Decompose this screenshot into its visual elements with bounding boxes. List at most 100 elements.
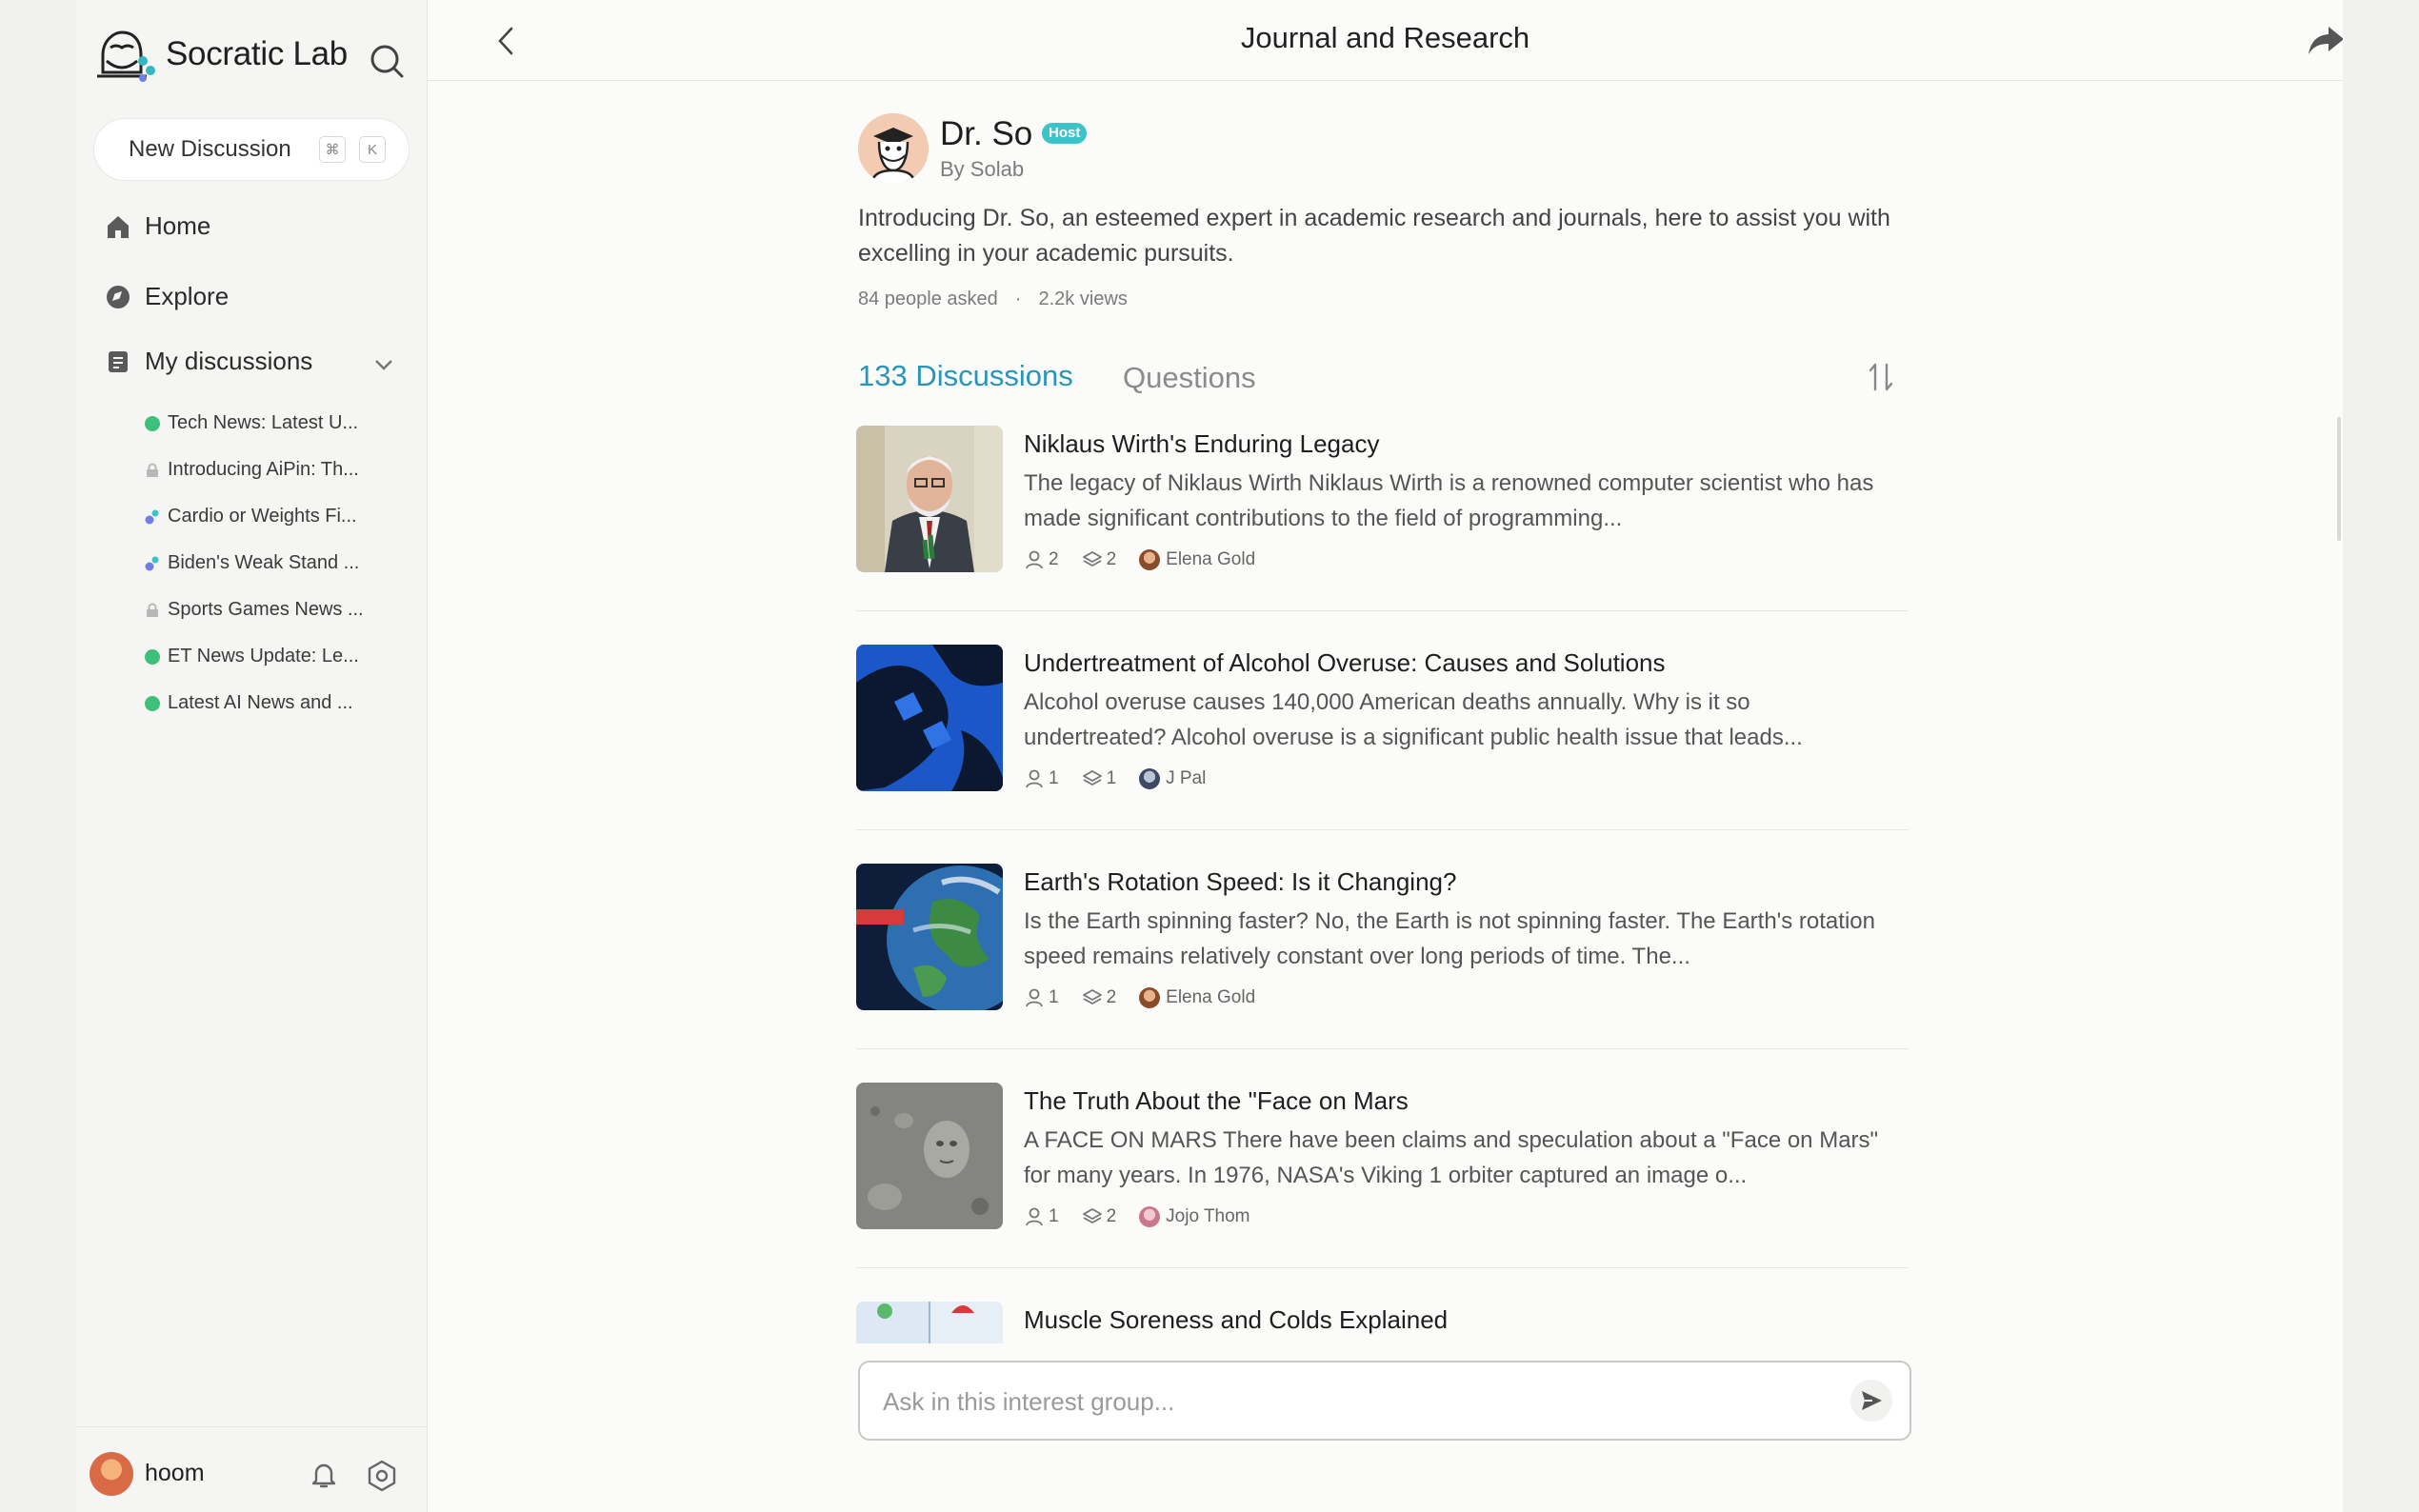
- earth-thumbnail-icon: [856, 864, 1003, 1010]
- nav-explore-label: Explore: [145, 282, 230, 310]
- card-title[interactable]: Niklaus Wirth's Enduring Legacy: [1024, 429, 1379, 459]
- scrollbar-thumb[interactable]: [2337, 417, 2341, 541]
- socratic-logo-icon: [97, 30, 155, 82]
- discussion-list: Tech News: Latest U... Introducing AiPin…: [145, 400, 364, 726]
- discussion-item[interactable]: Cardio or Weights Fi...: [145, 493, 364, 540]
- shortcut-cmd-key: ⌘: [319, 136, 346, 163]
- card-divider: [856, 829, 1909, 830]
- discussion-item[interactable]: ET News Update: Le...: [145, 633, 364, 680]
- card-thumbnail: [856, 426, 1003, 572]
- status-dot: [145, 695, 160, 711]
- lock-icon: [147, 603, 158, 617]
- sort-icon[interactable]: [1866, 361, 1896, 393]
- gear-icon[interactable]: [366, 1460, 398, 1492]
- author-avatar: [1139, 549, 1161, 570]
- home-icon: [108, 215, 129, 238]
- main-content: Dr. So Host By Solab Introducing Dr. So,…: [428, 81, 2343, 1512]
- ask-input-placeholder[interactable]: Ask in this interest group...: [883, 1387, 1174, 1417]
- discussion-item[interactable]: Tech News: Latest U...: [145, 400, 364, 447]
- author-name[interactable]: Elena Gold: [1166, 987, 1255, 1008]
- card-meta: 1 2 Jojo Thom: [1024, 1206, 1250, 1227]
- card-excerpt: The legacy of Niklaus Wirth Niklaus Wirt…: [1024, 470, 1874, 531]
- shortcut-k-key: K: [359, 136, 386, 163]
- card-excerpt: Alcohol overuse causes 140,000 American …: [1024, 689, 1803, 750]
- brand-name: Socratic Lab: [166, 35, 348, 72]
- nav-home[interactable]: Home: [105, 211, 210, 241]
- host-badge: Host: [1042, 123, 1088, 144]
- page-title: Journal and Research: [1240, 21, 1530, 54]
- participants-count: 1: [1049, 768, 1059, 788]
- card-thumbnail: [856, 645, 1003, 791]
- author-avatar: [1139, 1206, 1161, 1227]
- discussion-item[interactable]: Introducing AiPin: Th...: [145, 447, 364, 493]
- multi-dot-icon: [145, 509, 159, 524]
- card-thumbnail: [856, 864, 1003, 1010]
- card-divider: [856, 1048, 1909, 1049]
- abstract-hands-thumbnail-icon: [856, 645, 1003, 791]
- card-excerpt: A FACE ON MARS There have been claims an…: [1024, 1127, 1879, 1188]
- bot-avatar[interactable]: [858, 113, 929, 184]
- portrait-thumbnail-icon: [856, 426, 1003, 572]
- nav-my-discussions-label: My discussions: [145, 347, 313, 375]
- chevron-down-icon[interactable]: [373, 354, 394, 375]
- discussion-item[interactable]: Sports Games News ...: [145, 587, 364, 633]
- illustration-thumbnail-icon: [856, 1302, 1003, 1343]
- sidebar-footer: hoom: [76, 1426, 427, 1512]
- discussion-label: ET News Update: Le...: [168, 646, 359, 666]
- participants-icon: [1026, 550, 1043, 569]
- card-title[interactable]: Muscle Soreness and Colds Explained: [1024, 1305, 1448, 1335]
- document-icon: [109, 350, 128, 372]
- layers-count: 1: [1106, 768, 1117, 788]
- card-thumbnail: [856, 1302, 1003, 1343]
- username[interactable]: hoom: [145, 1460, 205, 1487]
- nav-home-label: Home: [145, 211, 211, 240]
- discussion-label: Latest AI News and ...: [168, 692, 353, 713]
- discussion-label: Biden's Weak Stand ...: [168, 552, 360, 573]
- new-discussion-label: New Discussion: [129, 136, 291, 162]
- tab-questions[interactable]: Questions: [1123, 361, 1256, 395]
- top-bar: Journal and Research: [428, 0, 2343, 81]
- brand[interactable]: Socratic Lab: [93, 27, 348, 82]
- group-description: Introducing Dr. So, an esteemed expert i…: [858, 205, 1890, 267]
- people-asked-count: 84 people asked: [858, 288, 998, 309]
- card-title[interactable]: Undertreatment of Alcohol Overuse: Cause…: [1024, 648, 1666, 678]
- author-name[interactable]: J Pal: [1166, 768, 1206, 789]
- participants-count: 1: [1049, 987, 1059, 1007]
- card-title[interactable]: Earth's Rotation Speed: Is it Changing?: [1024, 867, 1456, 897]
- author-name[interactable]: Elena Gold: [1166, 549, 1255, 570]
- share-icon[interactable]: [2306, 23, 2343, 57]
- card-divider: [856, 1267, 1909, 1268]
- card-meta: 1 2 Elena Gold: [1024, 987, 1255, 1008]
- discussion-item[interactable]: Latest AI News and ...: [145, 680, 364, 726]
- tab-discussions[interactable]: 133 Discussions: [858, 359, 1073, 393]
- group-name: Dr. So: [940, 115, 1033, 152]
- send-icon: [1862, 1391, 1882, 1410]
- group-owner[interactable]: By Solab: [940, 157, 1024, 182]
- discussion-label: Tech News: Latest U...: [168, 412, 359, 433]
- bell-icon[interactable]: [309, 1460, 339, 1490]
- mars-surface-thumbnail-icon: [856, 1083, 1003, 1229]
- status-dot: [145, 415, 160, 431]
- layers-icon: [1082, 770, 1102, 786]
- discussion-label: Cardio or Weights Fi...: [168, 506, 357, 527]
- discussion-item[interactable]: Biden's Weak Stand ...: [145, 540, 364, 587]
- nav-my-discussions[interactable]: My discussions: [105, 347, 312, 376]
- author-name[interactable]: Jojo Thom: [1166, 1206, 1249, 1227]
- nav-explore[interactable]: Explore: [105, 282, 229, 311]
- new-discussion-button[interactable]: New Discussion ⌘ K: [93, 118, 410, 181]
- author-avatar: [1139, 768, 1161, 789]
- discussion-label: Introducing AiPin: Th...: [168, 459, 359, 480]
- layers-count: 2: [1106, 987, 1117, 1007]
- author-avatar: [1139, 987, 1161, 1008]
- card-title[interactable]: The Truth About the "Face on Mars: [1024, 1086, 1409, 1116]
- send-button[interactable]: [1850, 1380, 1892, 1422]
- participants-count: 2: [1049, 549, 1059, 569]
- multi-dot-icon: [145, 556, 159, 570]
- discussion-card[interactable]: Muscle Soreness and Colds Explained: [856, 1302, 1909, 1343]
- participants-icon: [1026, 1207, 1043, 1226]
- avatar[interactable]: [90, 1452, 133, 1496]
- views-count: 2.2k views: [1038, 288, 1128, 309]
- ask-input-box[interactable]: Ask in this interest group...: [858, 1361, 1911, 1441]
- search-icon[interactable]: [368, 42, 406, 80]
- layers-count: 2: [1106, 549, 1117, 569]
